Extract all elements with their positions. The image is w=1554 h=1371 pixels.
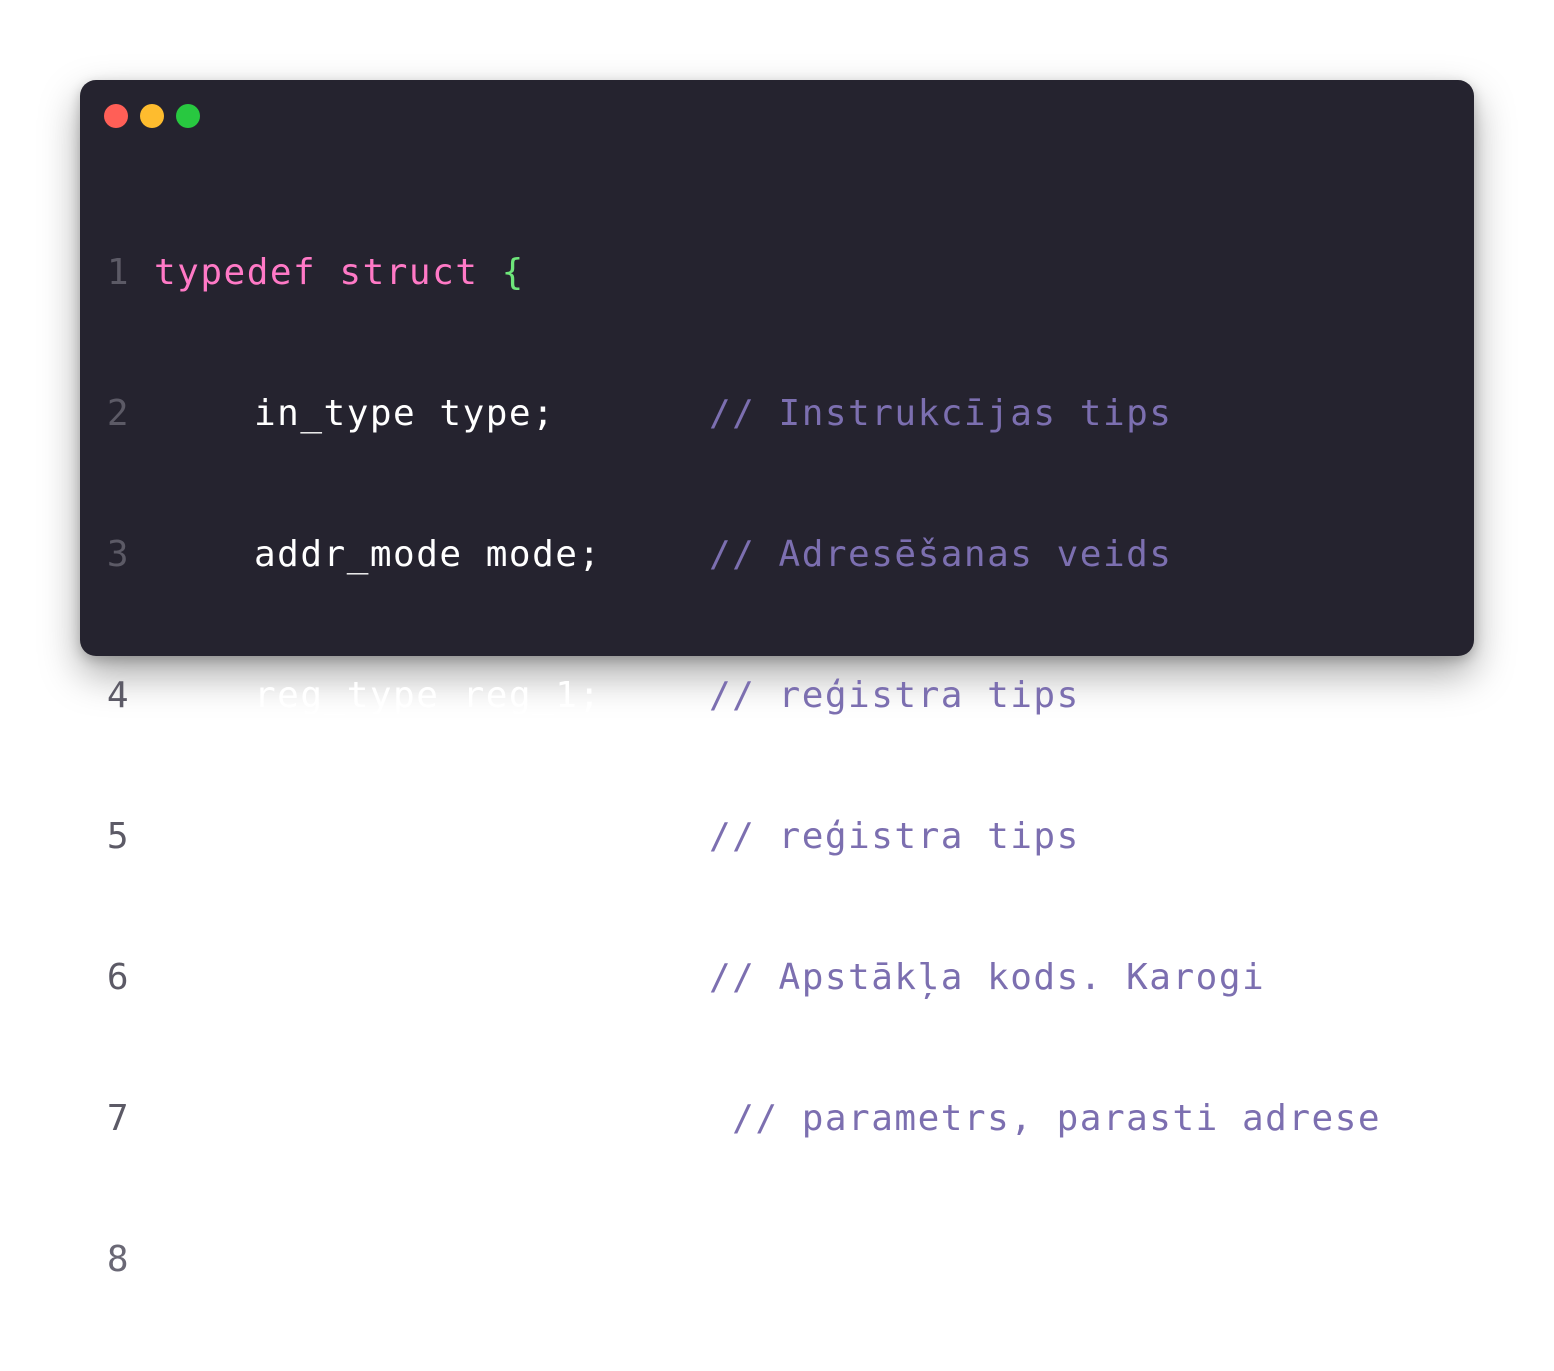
code-brace: { xyxy=(501,252,525,293)
code-comment: // parametrs, parasti adrese xyxy=(709,1098,1382,1139)
line-number: 4 xyxy=(106,675,130,716)
line-number: 7 xyxy=(106,1098,130,1139)
code-block: 1 typedef struct { 2 in_type type; // Instr… xyxy=(80,161,1381,1371)
code-statement: cond_type cond; xyxy=(254,957,602,998)
code-line: 6 cond_type cond; // Apstākļa kods. Karogi xyxy=(80,948,1381,1007)
minimize-button[interactable] xyxy=(140,104,164,128)
code-statement: in_type type; xyxy=(254,393,556,434)
line-number: 1 xyxy=(106,252,130,293)
code-statement: addr_mode mode; xyxy=(254,534,602,575)
line-number: 5 xyxy=(106,816,130,857)
line-number: 6 xyxy=(106,957,130,998)
code-line: 4 reg_type reg_1; // reģistra tips xyxy=(80,666,1381,725)
code-window: 1 typedef struct { 2 in_type type; // Instr… xyxy=(80,80,1474,1280)
window-controls xyxy=(104,104,200,128)
code-comment: // Apstākļa kods. Karogi xyxy=(709,957,1266,998)
code-comment: // reģistra tips xyxy=(709,675,1080,716)
zoom-button[interactable] xyxy=(176,104,200,128)
code-comment: // Instrukcījas tips xyxy=(709,393,1173,434)
code-line: 8 } instruction; xyxy=(80,1230,1381,1289)
code-line: 1 typedef struct { xyxy=(80,243,1381,302)
code-statement: reg_type reg_2; xyxy=(254,816,602,857)
code-line: 5 reg_type reg_2; // reģistra tips xyxy=(80,807,1381,866)
code-comment: // reģistra tips xyxy=(709,816,1080,857)
code-statement: u8 param; xyxy=(254,1098,463,1139)
line-number: 8 xyxy=(106,1239,130,1280)
code-line: 7 u8 param; // parametrs, parasti adrese xyxy=(80,1089,1381,1148)
close-button[interactable] xyxy=(104,104,128,128)
code-statement: reg_type reg_1; xyxy=(254,675,602,716)
line-number: 2 xyxy=(106,393,130,434)
code-keyword: typedef struct xyxy=(154,252,479,293)
code-line: 2 in_type type; // Instrukcījas tips xyxy=(80,384,1381,443)
line-number: 3 xyxy=(106,534,130,575)
code-line: 3 addr_mode mode; // Adresēšanas veids xyxy=(80,525,1381,584)
code-statement: } instruction; xyxy=(154,1239,479,1280)
code-comment: // Adresēšanas veids xyxy=(709,534,1173,575)
